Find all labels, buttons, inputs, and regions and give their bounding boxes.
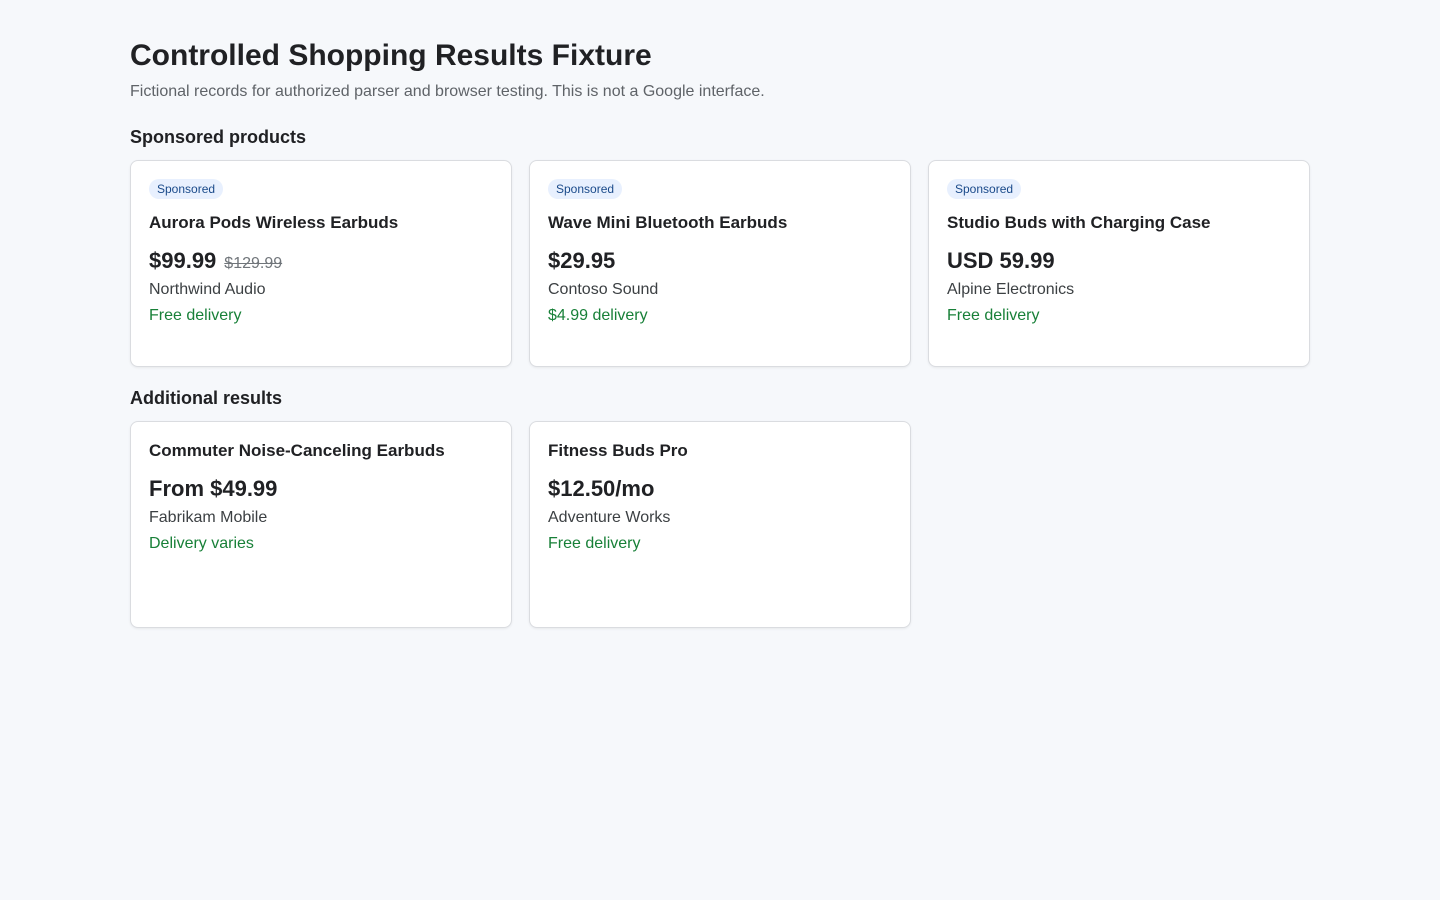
price-row: USD 59.99 [947, 248, 1291, 274]
delivery-info: $4.99 delivery [548, 307, 648, 324]
original-price: $129.99 [224, 255, 283, 272]
sponsored-badge: Sponsored [548, 179, 623, 199]
merchant-name: Northwind Audio [149, 281, 266, 298]
page: Controlled Shopping Results Fixture Fict… [0, 0, 1440, 900]
merchant-name: Adventure Works [548, 509, 671, 526]
product-card[interactable]: Sponsored Aurora Pods Wireless Earbuds $… [130, 160, 512, 367]
price-row: From $49.99 [149, 476, 493, 502]
merchant-name: Fabrikam Mobile [149, 509, 268, 526]
product-price: $99.99 [149, 248, 217, 273]
main-content: Controlled Shopping Results Fixture Fict… [130, 38, 1310, 628]
product-price: From $49.99 [149, 476, 278, 501]
product-card[interactable]: Sponsored Studio Buds with Charging Case… [928, 160, 1310, 367]
delivery-info: Free delivery [548, 535, 641, 552]
price-row: $12.50/mo [548, 476, 892, 502]
delivery-info: Free delivery [149, 307, 242, 324]
sponsored-grid: Sponsored Aurora Pods Wireless Earbuds $… [130, 160, 1310, 367]
product-price: USD 59.99 [947, 248, 1055, 273]
delivery-info: Free delivery [947, 307, 1040, 324]
product-title[interactable]: Fitness Buds Pro [548, 440, 892, 462]
product-card[interactable]: Commuter Noise-Canceling Earbuds From $4… [130, 421, 512, 628]
price-row: $29.95 [548, 248, 892, 274]
product-card[interactable]: Fitness Buds Pro $12.50/mo Adventure Wor… [529, 421, 911, 628]
product-title[interactable]: Commuter Noise-Canceling Earbuds [149, 440, 493, 462]
page-subtitle: Fictional records for authorized parser … [130, 83, 765, 100]
merchant-name: Alpine Electronics [947, 281, 1075, 298]
page-title: Controlled Shopping Results Fixture [130, 39, 652, 72]
merchant-name: Contoso Sound [548, 281, 659, 298]
product-title[interactable]: Aurora Pods Wireless Earbuds [149, 212, 493, 234]
additional-grid: Commuter Noise-Canceling Earbuds From $4… [130, 421, 1310, 628]
sponsored-badge: Sponsored [149, 179, 224, 199]
product-price: $12.50/mo [548, 476, 655, 501]
additional-heading: Additional results [130, 388, 283, 408]
price-row: $99.99 $129.99 [149, 248, 493, 274]
sponsored-heading: Sponsored products [130, 127, 307, 147]
product-card[interactable]: Sponsored Wave Mini Bluetooth Earbuds $2… [529, 160, 911, 367]
product-price: $29.95 [548, 248, 616, 273]
delivery-info: Delivery varies [149, 535, 254, 552]
product-title[interactable]: Studio Buds with Charging Case [947, 212, 1291, 234]
sponsored-badge: Sponsored [947, 179, 1022, 199]
product-title[interactable]: Wave Mini Bluetooth Earbuds [548, 212, 892, 234]
